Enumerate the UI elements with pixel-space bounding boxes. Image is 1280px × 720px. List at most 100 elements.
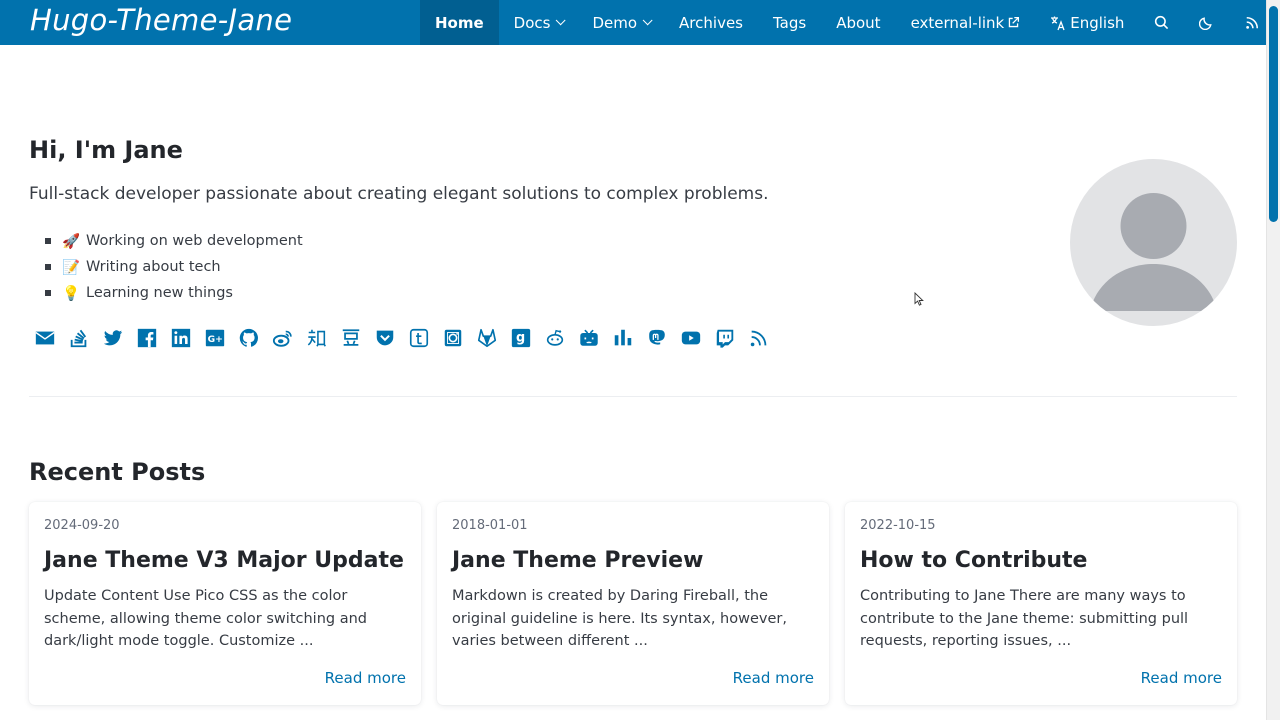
- memo-icon: 📝: [62, 259, 81, 276]
- post-card: 2018-01-01 Jane Theme Preview Markdown i…: [437, 502, 829, 705]
- linkedin-icon: [171, 328, 191, 348]
- search-button[interactable]: [1139, 0, 1184, 45]
- facebook-icon: [137, 328, 157, 348]
- top-navbar: Hugo-Theme-Jane Home Docs Demo Archives …: [0, 0, 1266, 45]
- instagram-link[interactable]: [436, 325, 470, 351]
- nav-about-label: About: [836, 13, 881, 32]
- facebook-link[interactable]: [130, 325, 164, 351]
- weibo-link[interactable]: [266, 325, 300, 351]
- scrollbar-thumb[interactable]: [1269, 6, 1278, 222]
- nav-external-link[interactable]: external-link: [896, 0, 1036, 45]
- email-link[interactable]: [28, 325, 62, 351]
- stackoverflow-link[interactable]: [62, 325, 96, 351]
- search-icon: [1155, 15, 1169, 30]
- nav-home[interactable]: Home: [420, 0, 499, 45]
- post-excerpt: Update Content Use Pico CSS as the color…: [44, 588, 367, 649]
- nav-demo[interactable]: Demo: [577, 0, 664, 45]
- reddit-icon: [546, 329, 564, 346]
- nav-external-link-label: external-link: [910, 13, 1005, 32]
- svg-text:g: g: [516, 331, 525, 346]
- gitlab-link[interactable]: [470, 325, 504, 351]
- post-date: 2022-10-15: [860, 518, 936, 533]
- chevron-down-icon: [556, 15, 567, 26]
- list-item: 📝 Writing about tech: [45, 254, 303, 280]
- bullet-icon: [45, 290, 51, 296]
- list-item-text: Learning new things: [86, 285, 233, 301]
- site-logo[interactable]: Hugo-Theme-Jane: [30, 3, 292, 37]
- twitch-icon: [716, 329, 734, 348]
- rss-link[interactable]: [742, 325, 776, 351]
- mouse-cursor-icon: [914, 292, 924, 306]
- user-icon: [1090, 193, 1217, 311]
- linkedin-link[interactable]: [164, 325, 198, 351]
- hero-list: 🚀 Working on web development 📝 Writing abo…: [45, 228, 303, 306]
- twitter-icon: [103, 330, 123, 346]
- nav-archives-label: Archives: [679, 13, 743, 32]
- rss-icon: [750, 330, 767, 347]
- stats-link[interactable]: [606, 325, 640, 351]
- mastodon-link[interactable]: [640, 325, 674, 351]
- github-link[interactable]: [232, 325, 266, 351]
- douban-link[interactable]: [334, 325, 368, 351]
- read-more-link[interactable]: Read more: [733, 669, 814, 687]
- bullet-icon: [45, 238, 51, 244]
- moon-icon: [1199, 17, 1213, 30]
- google-plus-icon: G+: [205, 329, 225, 347]
- stackoverflow-icon: [70, 329, 87, 348]
- section-divider: [29, 396, 1237, 397]
- main-nav: Home Docs Demo Archives Tags About exter…: [420, 0, 1274, 45]
- nav-tags[interactable]: Tags: [758, 0, 821, 45]
- pocket-link[interactable]: [368, 325, 402, 351]
- instagram-icon: [444, 329, 462, 347]
- nav-home-label: Home: [435, 13, 484, 32]
- email-icon: [35, 331, 55, 345]
- svg-text:G+: G+: [208, 334, 223, 345]
- hero-title: Hi, I'm Jane: [29, 136, 183, 164]
- google-plus-link[interactable]: G+: [198, 325, 232, 351]
- douban-icon: [342, 329, 360, 346]
- social-links: G+ g: [28, 325, 776, 351]
- post-title[interactable]: Jane Theme V3 Major Update: [44, 548, 404, 573]
- nav-docs[interactable]: Docs: [499, 0, 578, 45]
- mastodon-icon: [649, 329, 665, 345]
- gitlab-icon: [477, 328, 497, 348]
- tumblr-icon: [409, 328, 429, 348]
- nav-archives[interactable]: Archives: [664, 0, 758, 45]
- bilibili-link[interactable]: [572, 325, 606, 351]
- zhihu-link[interactable]: [300, 325, 334, 351]
- nav-language[interactable]: English: [1035, 0, 1139, 45]
- bilibili-icon: [580, 329, 598, 346]
- youtube-icon: [681, 331, 701, 345]
- post-title[interactable]: Jane Theme Preview: [452, 548, 703, 573]
- nav-demo-label: Demo: [592, 13, 638, 32]
- nav-about[interactable]: About: [821, 0, 895, 45]
- youtube-link[interactable]: [674, 325, 708, 351]
- goodreads-icon: g: [511, 328, 531, 348]
- stats-icon: [614, 329, 632, 346]
- page-scrollbar[interactable]: [1266, 0, 1280, 720]
- post-title[interactable]: How to Contribute: [860, 548, 1087, 573]
- tumblr-link[interactable]: [402, 325, 436, 351]
- nav-docs-label: Docs: [513, 13, 551, 32]
- post-date: 2018-01-01: [452, 518, 528, 533]
- pocket-icon: [376, 330, 394, 346]
- post-card: 2022-10-15 How to Contribute Contributin…: [845, 502, 1237, 705]
- theme-toggle-button[interactable]: [1184, 0, 1229, 45]
- hero-subtitle: Full-stack developer passionate about cr…: [29, 184, 769, 204]
- read-more-link[interactable]: Read more: [325, 669, 406, 687]
- post-excerpt: Markdown is created by Daring Fireball, …: [452, 588, 787, 649]
- twitch-link[interactable]: [708, 325, 742, 351]
- post-excerpt: Contributing to Jane There are many ways…: [860, 588, 1189, 649]
- weibo-icon: [272, 330, 292, 347]
- list-item: 💡 Learning new things: [45, 280, 303, 306]
- twitter-link[interactable]: [96, 325, 130, 351]
- chevron-down-icon: [642, 15, 653, 26]
- github-icon: [239, 328, 258, 347]
- goodreads-link[interactable]: g: [504, 325, 538, 351]
- external-link-icon: [1009, 16, 1020, 28]
- nav-tags-label: Tags: [773, 13, 807, 32]
- reddit-link[interactable]: [538, 325, 572, 351]
- list-item: 🚀 Working on web development: [45, 228, 303, 254]
- recent-posts-title: Recent Posts: [29, 458, 206, 486]
- read-more-link[interactable]: Read more: [1141, 669, 1222, 687]
